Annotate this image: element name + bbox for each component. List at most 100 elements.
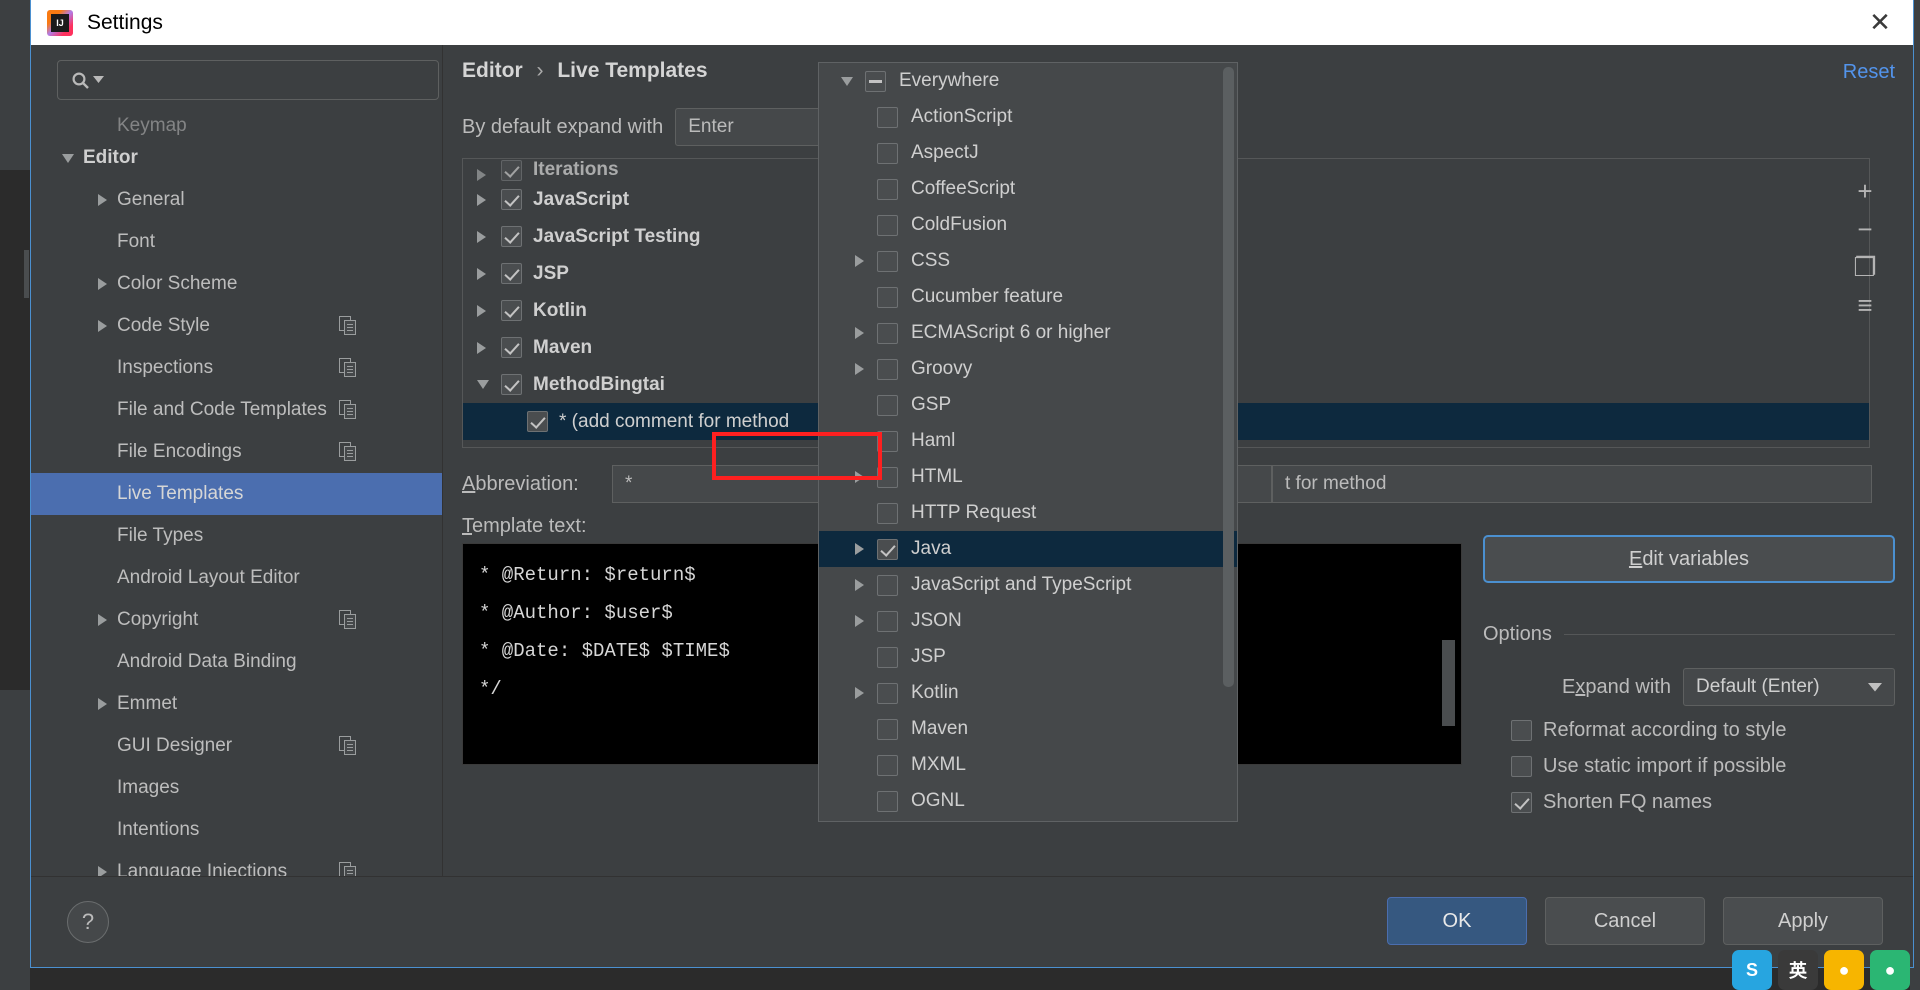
chevron-right-icon[interactable] bbox=[841, 579, 877, 591]
popup-item-checkbox[interactable] bbox=[877, 322, 898, 344]
chevron-right-icon[interactable] bbox=[91, 273, 113, 295]
template-checkbox[interactable] bbox=[501, 300, 522, 321]
option-checkbox[interactable] bbox=[1511, 792, 1532, 813]
chevron-right-icon[interactable] bbox=[841, 327, 877, 339]
tray-icon[interactable]: 英 bbox=[1778, 950, 1818, 990]
search-box[interactable] bbox=[57, 60, 439, 100]
sidebar-item-intentions[interactable]: Intentions bbox=[31, 809, 442, 851]
copy-icon[interactable] bbox=[339, 316, 357, 342]
sidebar-item-color-scheme[interactable]: Color Scheme bbox=[31, 263, 442, 305]
copy-icon[interactable] bbox=[339, 610, 357, 636]
option-row[interactable]: Use static import if possible bbox=[1483, 755, 1895, 778]
popup-item-maven[interactable]: Maven bbox=[819, 711, 1237, 747]
chevron-right-icon[interactable] bbox=[477, 230, 501, 243]
search-input[interactable] bbox=[110, 71, 438, 89]
sidebar-item-copyright[interactable]: Copyright bbox=[31, 599, 442, 641]
apply-button[interactable]: Apply bbox=[1723, 897, 1883, 945]
tray-icon[interactable]: ● bbox=[1870, 950, 1910, 990]
move-button[interactable]: ≡ bbox=[1848, 286, 1882, 324]
popup-item-checkbox[interactable] bbox=[877, 538, 898, 560]
template-text-scrollbar[interactable] bbox=[1442, 640, 1455, 726]
context-language-popup[interactable]: Everywhere ActionScript AspectJ CoffeeScrip… bbox=[818, 62, 1238, 822]
breadcrumb-root[interactable]: Editor bbox=[462, 59, 523, 82]
sidebar-item-file-and-code-templates[interactable]: File and Code Templates bbox=[31, 389, 442, 431]
popup-item-checkbox[interactable] bbox=[877, 790, 898, 812]
popup-item-checkbox[interactable] bbox=[877, 358, 898, 380]
popup-item-checkbox[interactable] bbox=[877, 754, 898, 776]
option-checkbox[interactable] bbox=[1511, 720, 1532, 741]
option-row[interactable]: Shorten FQ names bbox=[1483, 791, 1895, 814]
popup-item-checkbox[interactable] bbox=[877, 286, 898, 308]
help-button[interactable]: ? bbox=[67, 901, 109, 943]
popup-item-cucumber-feature[interactable]: Cucumber feature bbox=[819, 279, 1237, 315]
popup-item-css[interactable]: CSS bbox=[819, 243, 1237, 279]
cancel-button[interactable]: Cancel bbox=[1545, 897, 1705, 945]
copy-icon[interactable] bbox=[339, 736, 357, 762]
sidebar-item-android-data-binding[interactable]: Android Data Binding bbox=[31, 641, 442, 683]
chevron-right-icon[interactable] bbox=[91, 693, 113, 715]
popup-item-checkbox[interactable] bbox=[877, 646, 898, 668]
popup-item-checkbox[interactable] bbox=[877, 682, 898, 704]
popup-item-ognl[interactable]: OGNL bbox=[819, 783, 1237, 819]
template-checkbox[interactable] bbox=[501, 160, 522, 181]
description-field[interactable]: t for method bbox=[1272, 465, 1872, 503]
sidebar-item-images[interactable]: Images bbox=[31, 767, 442, 809]
sidebar-item-code-style[interactable]: Code Style bbox=[31, 305, 442, 347]
popup-scrollbar[interactable] bbox=[1223, 67, 1234, 687]
popup-item-checkbox[interactable] bbox=[877, 178, 898, 200]
tray-icon[interactable]: S bbox=[1732, 950, 1772, 990]
ok-button[interactable]: OK bbox=[1387, 897, 1527, 945]
chevron-right-icon[interactable] bbox=[91, 315, 113, 337]
chevron-right-icon[interactable] bbox=[477, 169, 501, 181]
copy-icon[interactable] bbox=[339, 442, 357, 468]
sidebar-item-inspections[interactable]: Inspections bbox=[31, 347, 442, 389]
sidebar-item-emmet[interactable]: Emmet bbox=[31, 683, 442, 725]
popup-item-java[interactable]: Java bbox=[819, 531, 1237, 567]
popup-item-html[interactable]: HTML bbox=[819, 459, 1237, 495]
template-checkbox[interactable] bbox=[501, 337, 522, 358]
chevron-right-icon[interactable] bbox=[477, 304, 501, 317]
chevron-right-icon[interactable] bbox=[841, 543, 877, 555]
popup-item-checkbox[interactable] bbox=[865, 70, 886, 92]
popup-item-checkbox[interactable] bbox=[877, 142, 898, 164]
popup-item-checkbox[interactable] bbox=[877, 250, 898, 272]
template-checkbox[interactable] bbox=[501, 189, 522, 210]
template-checkbox[interactable] bbox=[501, 226, 522, 247]
remove-button[interactable]: − bbox=[1848, 210, 1882, 248]
sidebar-item-font[interactable]: Font bbox=[31, 221, 442, 263]
reset-link[interactable]: Reset bbox=[1843, 61, 1895, 84]
chevron-right-icon[interactable] bbox=[477, 341, 501, 354]
template-checkbox[interactable] bbox=[527, 411, 548, 432]
chevron-right-icon[interactable] bbox=[477, 193, 501, 206]
sidebar-item-keymap[interactable]: Keymap bbox=[31, 111, 442, 137]
chevron-right-icon[interactable] bbox=[477, 267, 501, 280]
popup-item-groovy[interactable]: Groovy bbox=[819, 351, 1237, 387]
chevron-down-icon[interactable] bbox=[477, 380, 501, 389]
popup-item-checkbox[interactable] bbox=[877, 574, 898, 596]
expand-with-combo[interactable]: Default (Enter) bbox=[1683, 668, 1895, 706]
popup-item-aspectj[interactable]: AspectJ bbox=[819, 135, 1237, 171]
popup-item-haml[interactable]: Haml bbox=[819, 423, 1237, 459]
popup-item-actionscript[interactable]: ActionScript bbox=[819, 99, 1237, 135]
chevron-right-icon[interactable] bbox=[91, 189, 113, 211]
popup-item-checkbox[interactable] bbox=[877, 502, 898, 524]
chevron-right-icon[interactable] bbox=[841, 687, 877, 699]
popup-item-checkbox[interactable] bbox=[877, 718, 898, 740]
copy-icon[interactable] bbox=[339, 358, 357, 384]
popup-item-checkbox[interactable] bbox=[877, 430, 898, 452]
option-row[interactable]: Reformat according to style bbox=[1483, 719, 1895, 742]
template-checkbox[interactable] bbox=[501, 263, 522, 284]
duplicate-button[interactable]: ❐ bbox=[1848, 248, 1882, 286]
chevron-down-icon[interactable] bbox=[57, 147, 79, 169]
sidebar-item-gui-designer[interactable]: GUI Designer bbox=[31, 725, 442, 767]
sidebar-item-editor[interactable]: Editor bbox=[31, 137, 442, 179]
sidebar-item-file-encodings[interactable]: File Encodings bbox=[31, 431, 442, 473]
popup-item-jsp[interactable]: JSP bbox=[819, 639, 1237, 675]
popup-item-everywhere[interactable]: Everywhere bbox=[819, 63, 1237, 99]
popup-item-coffeescript[interactable]: CoffeeScript bbox=[819, 171, 1237, 207]
search-dropdown-icon[interactable] bbox=[93, 71, 104, 89]
option-checkbox[interactable] bbox=[1511, 756, 1532, 777]
sidebar-item-live-templates[interactable]: Live Templates bbox=[31, 473, 442, 515]
popup-item-checkbox[interactable] bbox=[877, 394, 898, 416]
popup-item-checkbox[interactable] bbox=[877, 106, 898, 128]
